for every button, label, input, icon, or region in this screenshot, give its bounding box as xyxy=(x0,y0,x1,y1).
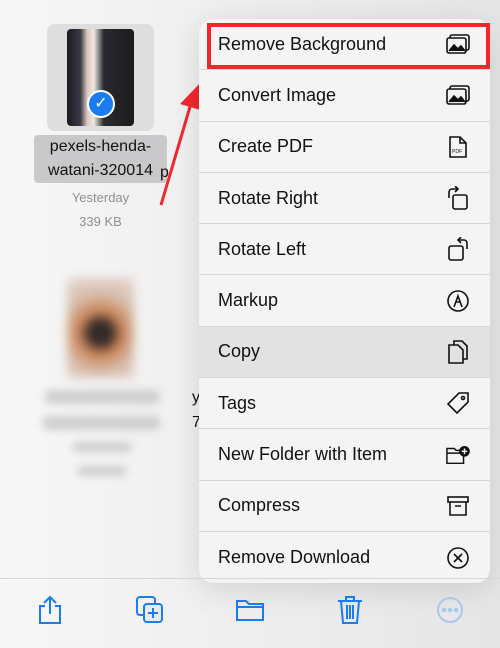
menu-item-create-pdf[interactable]: Create PDF PDF xyxy=(199,122,490,173)
folder-plus-icon xyxy=(446,443,470,467)
duplicate-icon[interactable] xyxy=(135,595,165,625)
rotate-left-icon xyxy=(446,237,470,262)
folder-icon[interactable] xyxy=(235,595,265,625)
x-circle-icon xyxy=(446,546,470,570)
svg-text:PDF: PDF xyxy=(452,149,462,155)
bottom-toolbar xyxy=(0,578,500,648)
menu-item-compress[interactable]: Compress xyxy=(199,481,490,532)
trash-icon[interactable] xyxy=(335,595,365,625)
menu-item-copy[interactable]: Copy xyxy=(199,326,490,379)
menu-item-rotate-left[interactable]: Rotate Left xyxy=(199,224,490,276)
context-menu: Remove Background Convert Image Create PDF… xyxy=(199,19,490,583)
copy-doc-icon xyxy=(446,340,470,364)
menu-item-label: Rotate Right xyxy=(218,187,319,208)
menu-item-label: Remove Background xyxy=(218,33,387,54)
tag-icon xyxy=(446,391,470,415)
menu-item-label: Remove Download xyxy=(218,547,371,568)
menu-item-label: Markup xyxy=(218,290,279,311)
menu-item-label: Copy xyxy=(218,341,261,362)
menu-item-new-folder-with-item[interactable]: New Folder with Item xyxy=(199,429,490,481)
menu-item-convert-image[interactable]: Convert Image xyxy=(199,70,490,122)
markup-pen-icon xyxy=(446,289,470,313)
menu-item-label: Create PDF xyxy=(218,136,314,157)
menu-item-label: Rotate Left xyxy=(218,238,307,259)
menu-item-label: Convert Image xyxy=(218,84,337,105)
menu-item-markup[interactable]: Markup xyxy=(199,275,490,327)
photo-background-icon xyxy=(446,32,470,56)
share-icon[interactable] xyxy=(35,595,65,625)
menu-item-label: Compress xyxy=(218,495,301,516)
menu-item-remove-background[interactable]: Remove Background xyxy=(199,19,490,71)
menu-item-label: New Folder with Item xyxy=(218,444,388,465)
more-icon[interactable] xyxy=(435,595,465,625)
menu-item-remove-download[interactable]: Remove Download xyxy=(199,532,490,583)
menu-item-tags[interactable]: Tags xyxy=(199,378,490,430)
rotate-right-icon xyxy=(446,186,470,210)
archive-box-icon xyxy=(446,494,470,518)
photo-icon xyxy=(446,83,470,107)
menu-item-rotate-right[interactable]: Rotate Right xyxy=(199,173,490,225)
pdf-doc-icon: PDF xyxy=(446,135,470,159)
menu-item-label: Tags xyxy=(218,392,257,413)
